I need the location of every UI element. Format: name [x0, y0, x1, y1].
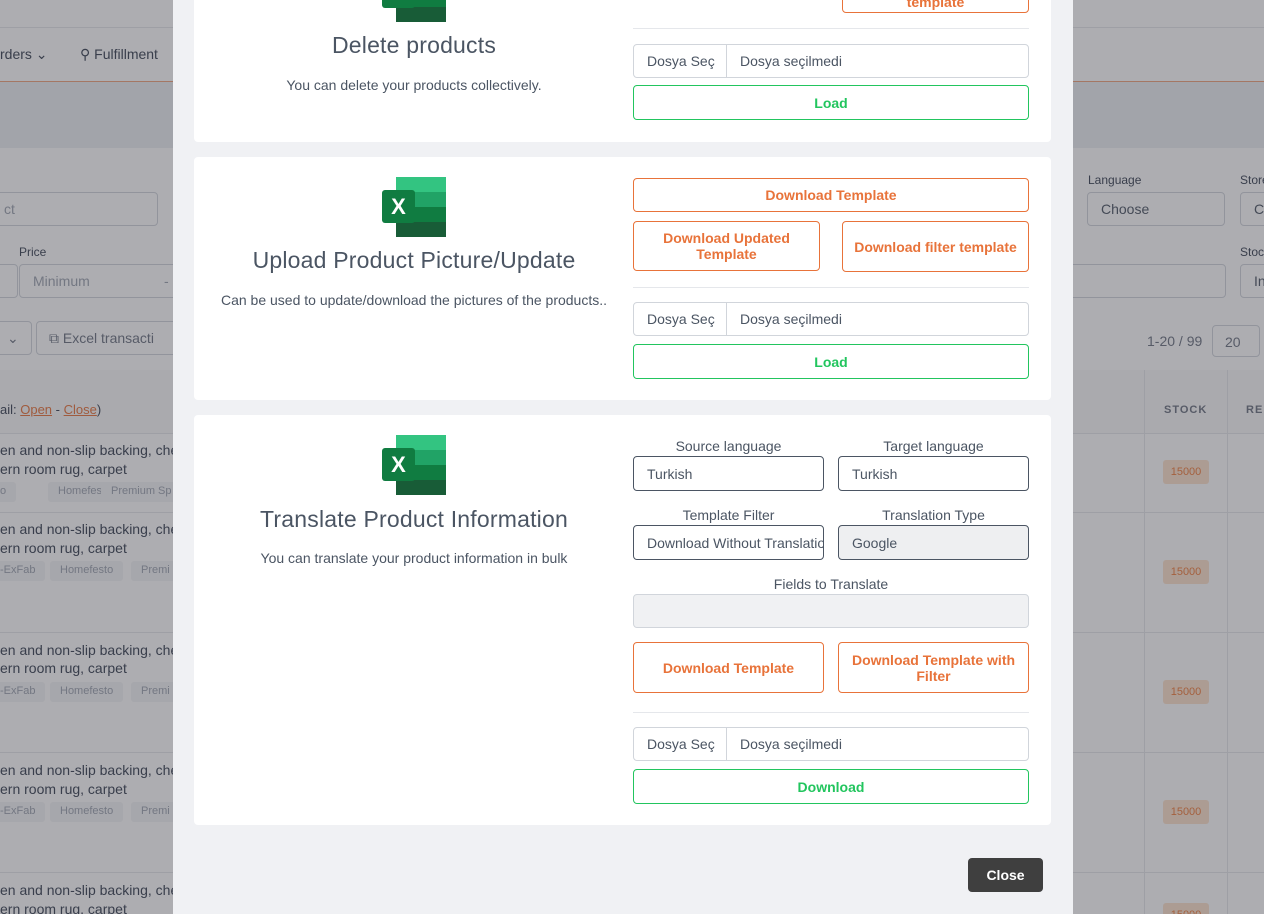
download-template-with-filter-button[interactable]: Download Template with Filter — [838, 642, 1029, 693]
download-button[interactable]: Download — [633, 769, 1029, 804]
excel-icon: X — [382, 435, 446, 495]
file-input[interactable]: Dosya Seç Dosya seçilmedi — [633, 44, 1029, 78]
svg-text:X: X — [391, 0, 406, 4]
fields-to-translate-label: Fields to Translate — [773, 576, 889, 592]
load-button[interactable]: Load — [633, 344, 1029, 379]
card-description: Can be used to update/download the pictu… — [220, 292, 608, 308]
file-choose-button[interactable]: Dosya Seç — [634, 728, 727, 760]
download-template-button[interactable]: Download Template — [633, 642, 824, 693]
file-name: Dosya seçilmedi — [740, 736, 842, 752]
excel-icon: X — [382, 0, 446, 22]
card-title: Translate Product Information — [260, 506, 568, 532]
translation-type-select: Google — [838, 525, 1029, 560]
divider — [633, 287, 1029, 288]
card-description: You can delete your products collectivel… — [286, 77, 542, 93]
close-button[interactable]: Close — [968, 858, 1043, 892]
file-choose-button[interactable]: Dosya Seç — [634, 45, 727, 77]
file-input[interactable]: Dosya Seç Dosya seçilmedi — [633, 302, 1029, 336]
load-button[interactable]: Load — [633, 85, 1029, 120]
fields-to-translate-select[interactable] — [633, 594, 1029, 628]
download-template-button[interactable]: Download Template — [633, 178, 1029, 212]
divider — [633, 712, 1029, 713]
svg-text:X: X — [391, 194, 406, 219]
card-title: Upload Product Picture/Update — [252, 247, 576, 273]
translate-products-card: X Translate Product Information You can … — [194, 415, 1051, 825]
source-language-label: Source language — [675, 438, 782, 454]
file-name: Dosya seçilmedi — [740, 311, 842, 327]
delete-products-card: X Delete products You can delete your pr… — [194, 0, 1051, 142]
source-language-select[interactable]: Turkish — [633, 456, 824, 491]
upload-pictures-card: X Upload Product Picture/Update Can be u… — [194, 157, 1051, 400]
card-description: You can translate your product informati… — [260, 550, 568, 566]
target-language-select[interactable]: Turkish — [838, 456, 1029, 491]
template-filter-select[interactable]: Download Without Translation — [633, 525, 824, 560]
divider — [633, 28, 1029, 29]
download-filter-template-button[interactable]: template — [842, 0, 1029, 13]
svg-text:X: X — [391, 452, 406, 477]
file-name: Dosya seçilmedi — [740, 53, 842, 69]
template-filter-label: Template Filter — [682, 507, 775, 523]
file-input[interactable]: Dosya Seç Dosya seçilmedi — [633, 727, 1029, 761]
file-choose-button[interactable]: Dosya Seç — [634, 303, 727, 335]
card-title: Delete products — [331, 32, 497, 58]
excel-icon: X — [382, 177, 446, 237]
download-updated-template-button[interactable]: Download Updated Template — [633, 221, 820, 271]
translation-type-label: Translation Type — [882, 507, 985, 523]
excel-operations-modal: X Delete products You can delete your pr… — [173, 0, 1073, 914]
download-filter-template-button[interactable]: Download filter template — [842, 221, 1029, 272]
target-language-label: Target language — [883, 438, 984, 454]
